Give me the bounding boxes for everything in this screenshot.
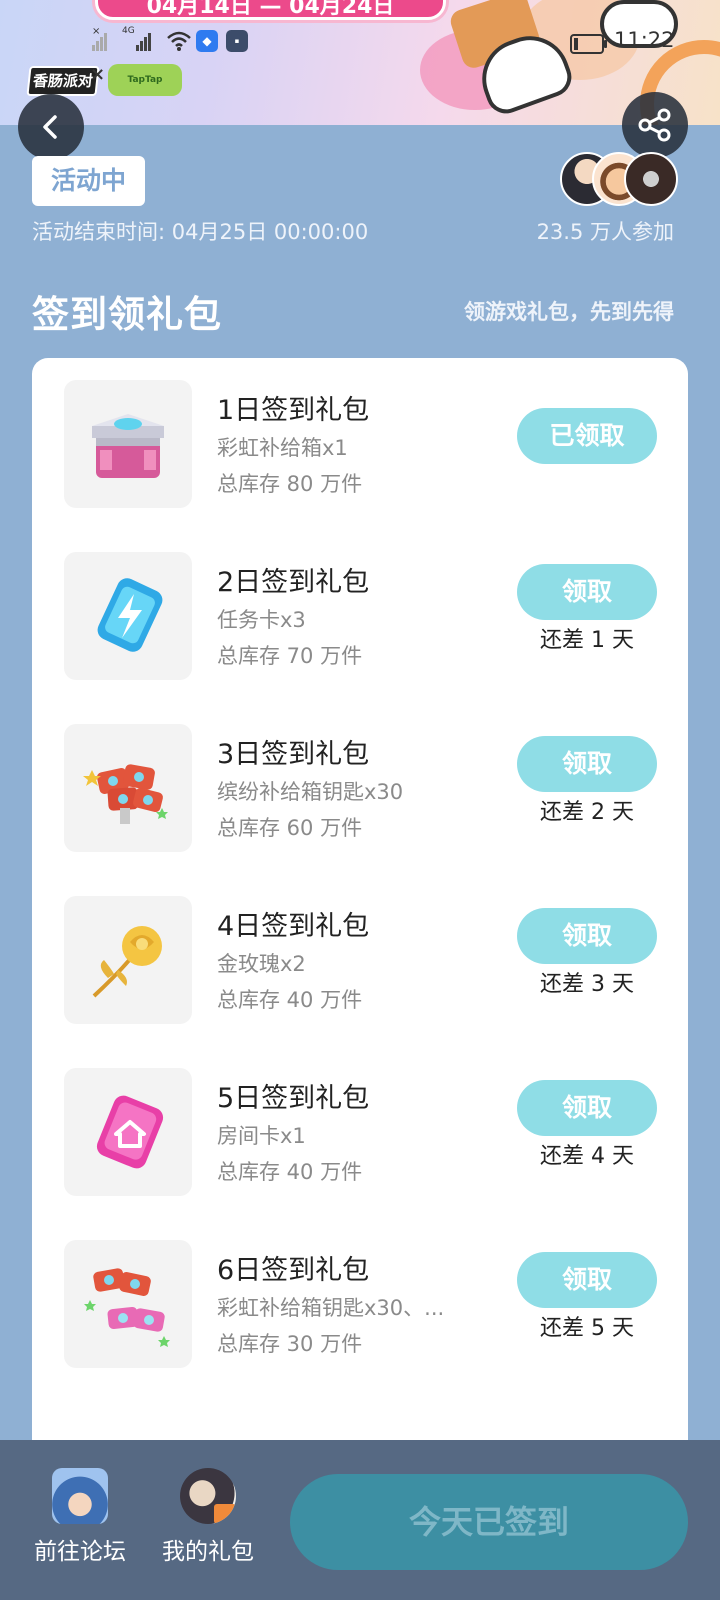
section-subtitle: 领游戏礼包，先到先得	[464, 300, 674, 324]
claim-button[interactable]: 领取	[517, 736, 657, 792]
gift-title: 6日签到礼包	[217, 1255, 370, 1286]
days-remaining: 还差 4 天	[540, 1144, 634, 1169]
claim-button[interactable]: 领取	[517, 1252, 657, 1308]
gift-item: 任务卡x3	[217, 608, 306, 632]
go-to-forum-button[interactable]: 前往论坛	[20, 1468, 140, 1566]
app-notification-icon: ▪	[226, 30, 248, 52]
my-gifts-label: 我的礼包	[162, 1539, 254, 1565]
gift-row-day-1: 1日签到礼包 彩虹补给箱x1 总库存 80 万件 已领取	[32, 358, 688, 518]
gift-row-day-5: 5日签到礼包 房间卡x1 总库存 40 万件 领取 还差 4 天	[32, 1046, 688, 1206]
days-remaining: 还差 2 天	[540, 800, 634, 825]
shield-icon: ◆	[196, 30, 218, 52]
activity-end-time: 活动结束时间: 04月25日 00:00:00	[32, 220, 369, 244]
claim-button[interactable]: 领取	[517, 564, 657, 620]
banner-date-range: 04月14日 — 04月24日	[95, 0, 446, 20]
gift-item: 彩虹补给箱钥匙x30、...	[217, 1296, 445, 1320]
supply-key-bundle-icon	[64, 724, 192, 852]
chevron-left-icon	[43, 115, 57, 139]
share-button[interactable]	[622, 92, 688, 158]
room-card-icon	[64, 1068, 192, 1196]
event-banner: 04月14日 — 04月24日 香肠派对 × TapTap × 4G ◆ ▪ 1…	[0, 0, 720, 125]
participant-avatars[interactable]	[560, 152, 680, 208]
status-time: 11:22	[614, 28, 675, 52]
signal-strength-icon	[92, 32, 108, 51]
gift-title: 4日签到礼包	[217, 911, 370, 942]
golden-rose-icon	[64, 896, 192, 1024]
gift-stock: 总库存 40 万件	[217, 1160, 363, 1184]
my-gifts-button[interactable]: 我的礼包	[148, 1468, 268, 1566]
gift-item: 缤纷补给箱钥匙x30	[217, 780, 404, 804]
gift-stock: 总库存 30 万件	[217, 1332, 363, 1356]
section-title: 签到领礼包	[32, 293, 222, 336]
forum-label: 前往论坛	[34, 1539, 126, 1565]
collab-times-sign: ×	[90, 64, 106, 85]
network-type: 4G	[122, 26, 135, 36]
gift-row-day-3: 3日签到礼包 缤纷补给箱钥匙x30 总库存 60 万件 领取 还差 2 天	[32, 702, 688, 862]
checkin-gift-card: 1日签到礼包 彩虹补给箱x1 总库存 80 万件 已领取 2日签到礼包 任务卡x…	[32, 358, 688, 1478]
signal-strength-icon	[136, 32, 152, 51]
rainbow-supply-box-icon	[64, 380, 192, 508]
gift-row-day-6: 6日签到礼包 彩虹补给箱钥匙x30、... 总库存 30 万件 领取 还差 5 …	[32, 1218, 688, 1378]
days-remaining: 还差 5 天	[540, 1316, 634, 1341]
battery-icon	[570, 34, 607, 54]
gift-row-day-4: 4日签到礼包 金玫瑰x2 总库存 40 万件 领取 还差 3 天	[32, 874, 688, 1034]
system-status-bar: × 4G ◆ ▪ 11:22	[0, 26, 720, 60]
gift-title: 1日签到礼包	[217, 395, 370, 426]
partner-logo: TapTap	[108, 64, 182, 96]
claim-button[interactable]: 领取	[517, 1080, 657, 1136]
gift-title: 3日签到礼包	[217, 739, 370, 770]
participant-count: 23.5 万人参加	[536, 220, 674, 244]
gift-stock: 总库存 80 万件	[217, 472, 363, 496]
avatar	[624, 152, 678, 206]
gift-box-icon	[214, 1504, 236, 1524]
game-logo: 香肠派对	[26, 66, 100, 96]
back-button[interactable]	[18, 94, 84, 160]
gift-item: 彩虹补给箱x1	[217, 436, 348, 460]
gift-title: 2日签到礼包	[217, 567, 370, 598]
task-card-icon	[64, 552, 192, 680]
gift-stock: 总库存 60 万件	[217, 816, 363, 840]
claimed-button[interactable]: 已领取	[517, 408, 657, 464]
bottom-action-bar: 前往论坛 我的礼包 今天已签到	[0, 1440, 720, 1600]
forum-icon	[52, 1468, 108, 1524]
gift-title: 5日签到礼包	[217, 1083, 370, 1114]
gift-item: 房间卡x1	[217, 1124, 306, 1148]
days-remaining: 还差 1 天	[540, 628, 634, 653]
gift-stock: 总库存 40 万件	[217, 988, 363, 1012]
claim-button[interactable]: 领取	[517, 908, 657, 964]
wifi-icon	[167, 31, 191, 51]
gift-row-day-2: 2日签到礼包 任务卡x3 总库存 70 万件 领取 还差 1 天	[32, 530, 688, 690]
gift-item: 金玫瑰x2	[217, 952, 306, 976]
activity-status-badge: 活动中	[32, 156, 145, 206]
days-remaining: 还差 3 天	[540, 972, 634, 997]
share-icon	[638, 108, 671, 142]
rainbow-key-bundle-icon	[64, 1240, 192, 1368]
my-gifts-icon	[180, 1468, 236, 1524]
gift-stock: 总库存 70 万件	[217, 644, 363, 668]
checkin-button[interactable]: 今天已签到	[290, 1474, 688, 1570]
